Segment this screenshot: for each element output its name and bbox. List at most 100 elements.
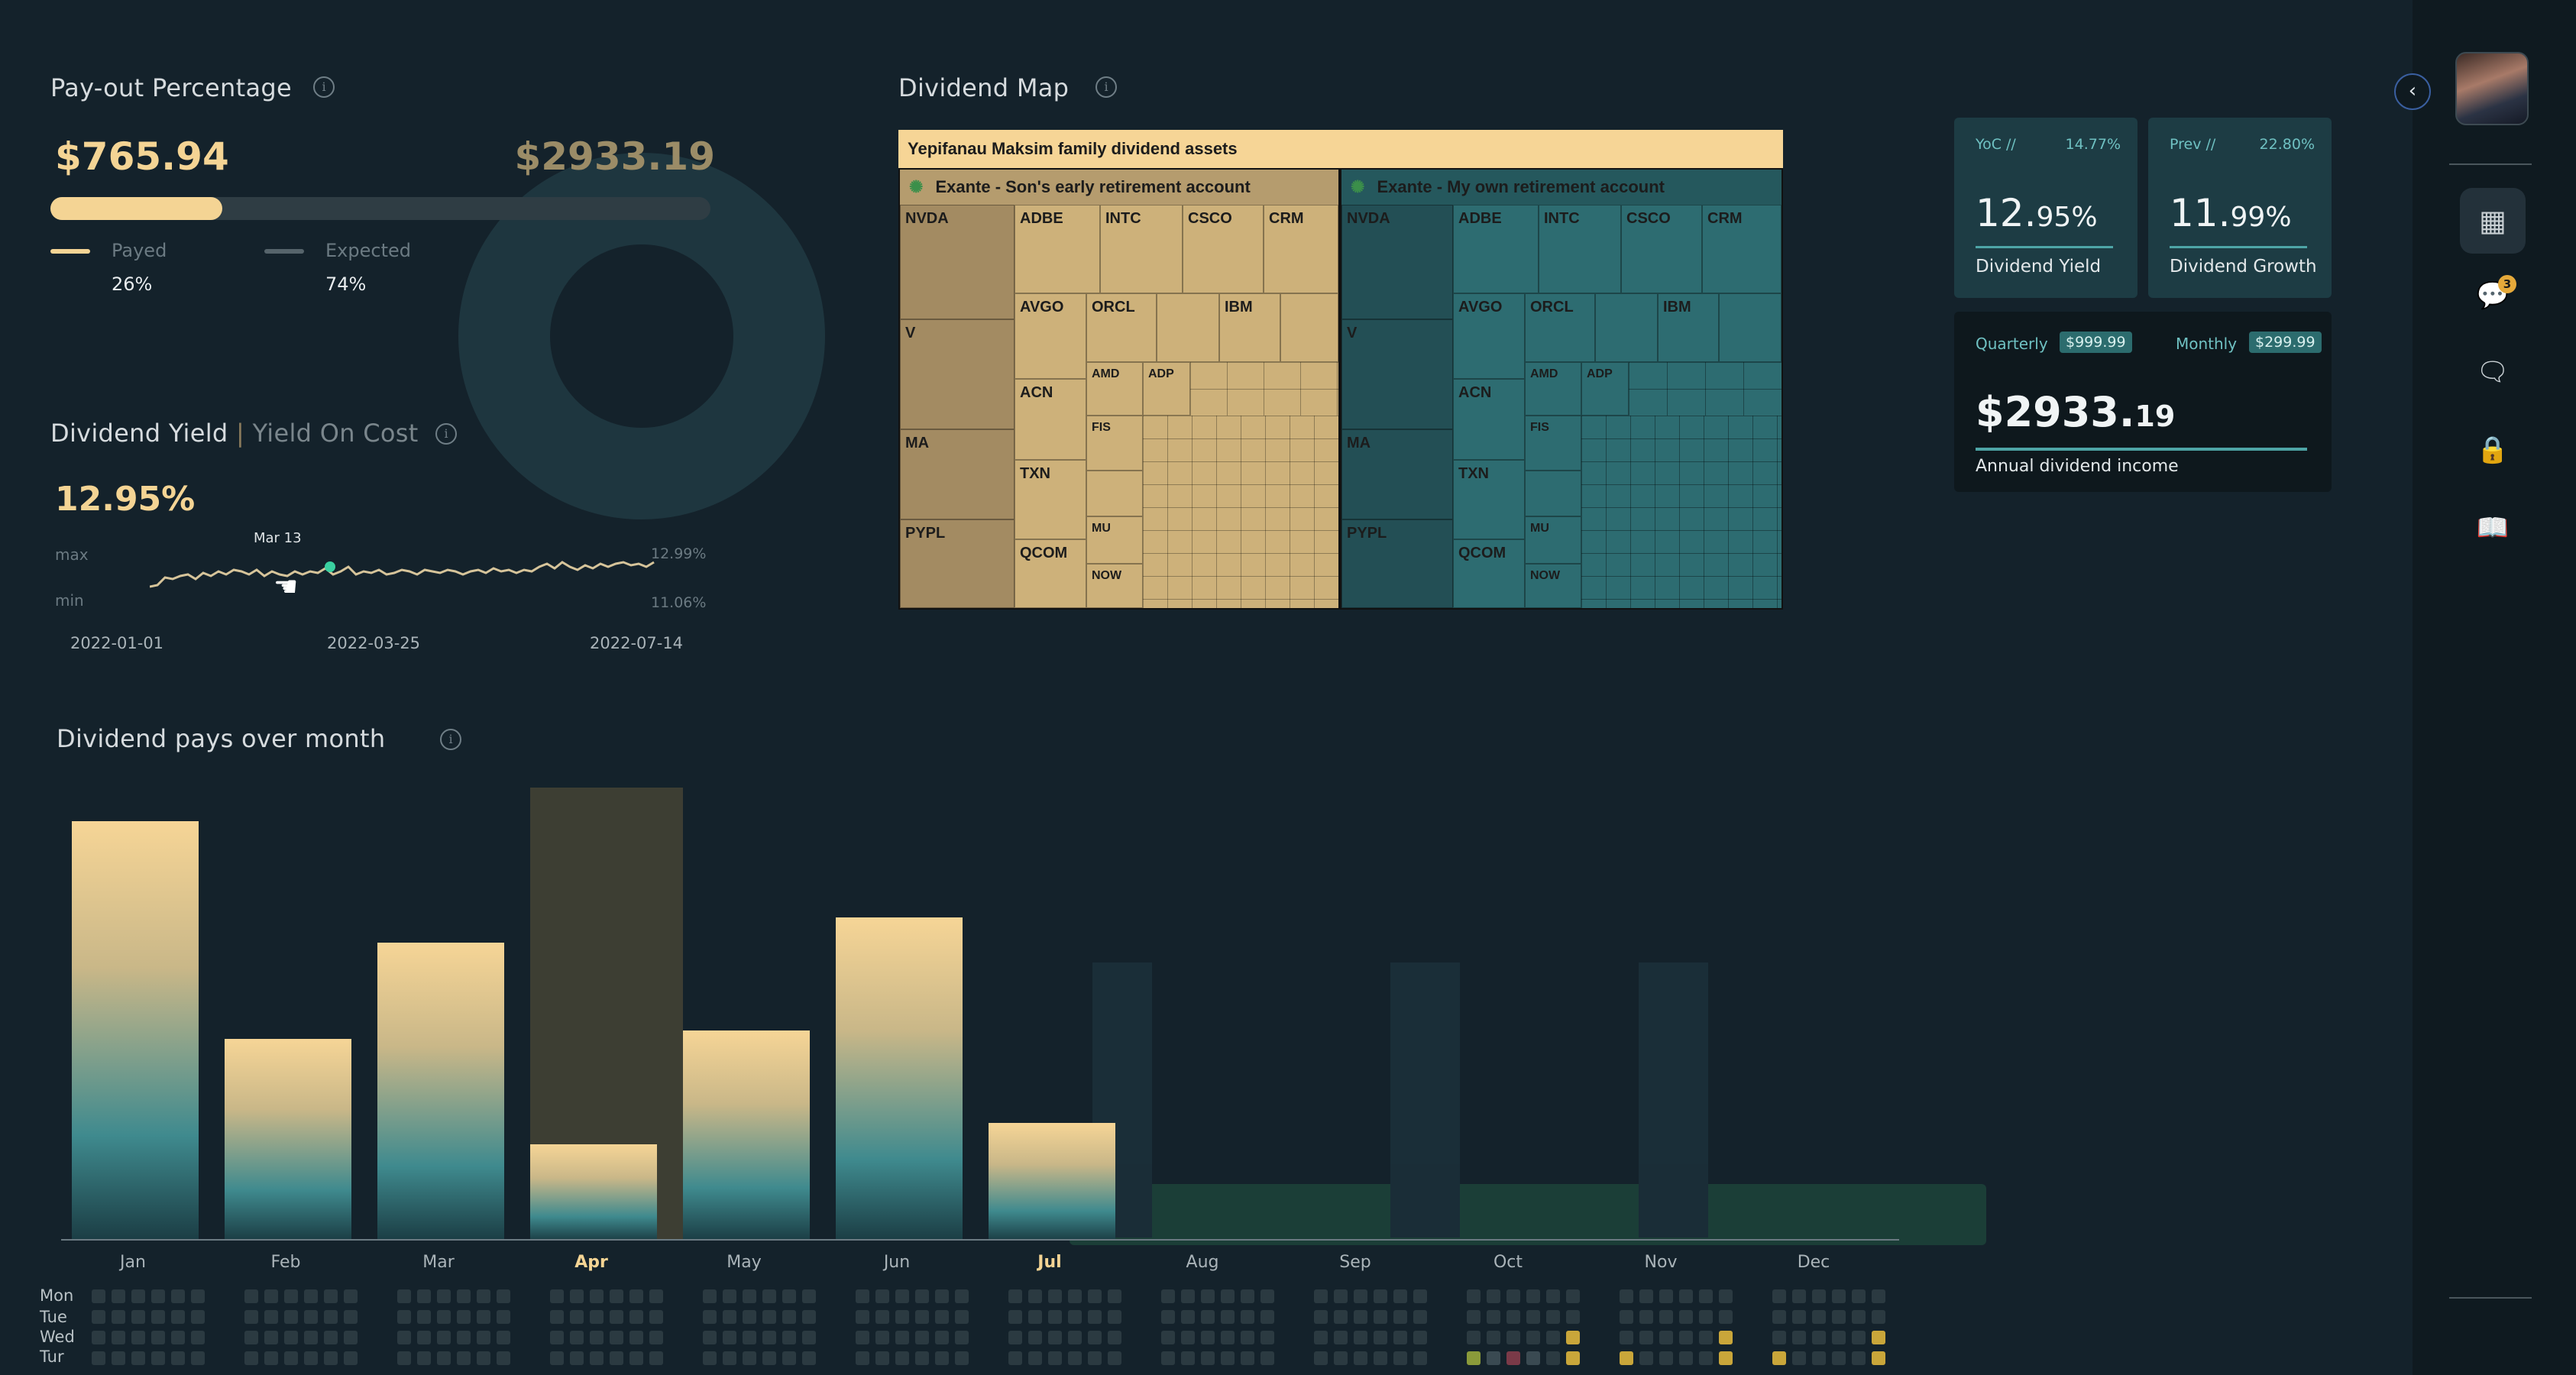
heatmap-cell[interactable] [1334, 1310, 1348, 1324]
heatmap-cell[interactable] [92, 1331, 105, 1344]
heatmap-cell[interactable] [304, 1310, 318, 1324]
heatmap-cell[interactable] [610, 1331, 623, 1344]
heatmap-cell[interactable] [1679, 1310, 1693, 1324]
heatmap-cell[interactable] [1088, 1289, 1102, 1303]
heatmap-cell[interactable] [1068, 1289, 1082, 1303]
heatmap-cell[interactable] [1334, 1289, 1348, 1303]
treemap-cell-csco[interactable]: CSCO [1621, 205, 1702, 293]
heatmap-cell[interactable] [1221, 1310, 1235, 1324]
treemap-cell-pypl[interactable]: PYPL [900, 519, 1015, 608]
month-label[interactable]: Feb [225, 1253, 347, 1272]
heatmap-cell[interactable] [1659, 1289, 1673, 1303]
heatmap-cell[interactable] [762, 1289, 776, 1303]
heatmap-cell[interactable] [590, 1289, 604, 1303]
heatmap-cell[interactable] [1181, 1351, 1195, 1365]
heatmap-cell[interactable] [1221, 1289, 1235, 1303]
heatmap-cell[interactable] [1334, 1351, 1348, 1365]
treemap-cell-crm[interactable]: CRM [1264, 205, 1338, 293]
heatmap-cell[interactable] [151, 1331, 165, 1344]
heatmap-cell[interactable] [915, 1331, 929, 1344]
month-label[interactable]: Aug [1141, 1253, 1264, 1272]
heatmap-cell[interactable] [1393, 1351, 1407, 1365]
heatmap-cell[interactable] [1487, 1310, 1500, 1324]
heatmap-cell[interactable] [723, 1289, 736, 1303]
treemap-cell-txn[interactable]: TXN [1015, 460, 1086, 539]
heatmap-cell[interactable] [344, 1310, 358, 1324]
treemap-cell-ibm[interactable]: IBM [1219, 293, 1280, 362]
heatmap-cell[interactable] [1008, 1331, 1022, 1344]
heatmap-cell[interactable] [437, 1351, 451, 1365]
heatmap-cell[interactable] [324, 1331, 338, 1344]
treemap-cell-orcl[interactable]: ORCL [1086, 293, 1157, 362]
heatmap-cell[interactable] [1812, 1310, 1826, 1324]
month-label[interactable]: Mar [377, 1253, 500, 1272]
heatmap-cell[interactable] [284, 1310, 298, 1324]
heatmap-cell[interactable] [743, 1289, 756, 1303]
heatmap-cell[interactable] [1374, 1289, 1387, 1303]
heatmap-cell[interactable] [191, 1351, 205, 1365]
heatmap-cell[interactable] [1260, 1351, 1274, 1365]
heatmap-cell[interactable] [1108, 1331, 1121, 1344]
heatmap-cell[interactable] [590, 1310, 604, 1324]
heatmap-cell[interactable] [92, 1289, 105, 1303]
heatmap-cell[interactable] [856, 1310, 869, 1324]
heatmap-cell[interactable] [1639, 1289, 1653, 1303]
heatmap-cell[interactable] [610, 1310, 623, 1324]
heatmap-cell[interactable] [1832, 1331, 1846, 1344]
heatmap-cell[interactable] [935, 1331, 949, 1344]
heatmap-cell[interactable] [1108, 1289, 1121, 1303]
heatmap-cell[interactable] [1679, 1351, 1693, 1365]
heatmap-cell[interactable] [782, 1331, 796, 1344]
heatmap-cell[interactable] [1108, 1351, 1121, 1365]
heatmap-cell[interactable] [1620, 1310, 1633, 1324]
heatmap-cell[interactable] [131, 1331, 145, 1344]
avatar[interactable] [2455, 52, 2529, 125]
month-label[interactable]: May [683, 1253, 805, 1272]
heatmap-cell[interactable] [1241, 1331, 1254, 1344]
heatmap-cell[interactable] [1832, 1310, 1846, 1324]
treemap-cell-intc[interactable]: INTC [1100, 205, 1183, 293]
heatmap-cell[interactable] [762, 1351, 776, 1365]
heatmap-cell[interactable] [1201, 1289, 1215, 1303]
heatmap-cell[interactable] [895, 1289, 909, 1303]
heatmap-cell[interactable] [1719, 1289, 1733, 1303]
heatmap-cell[interactable] [344, 1289, 358, 1303]
treemap-account-header[interactable]: ✺ Exante - Son's early retirement accoun… [900, 170, 1338, 205]
treemap-cell-now[interactable]: NOW [1086, 564, 1143, 608]
heatmap-cell[interactable] [802, 1289, 816, 1303]
heatmap-cell[interactable] [782, 1289, 796, 1303]
heatmap-cell[interactable] [915, 1289, 929, 1303]
heatmap-cell[interactable] [1812, 1289, 1826, 1303]
heatmap-cell[interactable] [649, 1289, 663, 1303]
heatmap-cell[interactable] [1028, 1310, 1042, 1324]
heatmap-cell[interactable] [856, 1289, 869, 1303]
heatmap-cell[interactable] [1413, 1289, 1427, 1303]
treemap-cell-adp[interactable]: ADP [1143, 362, 1190, 416]
heatmap-cell[interactable] [1772, 1289, 1786, 1303]
heatmap-cell[interactable] [191, 1331, 205, 1344]
heatmap-cell[interactable] [762, 1331, 776, 1344]
heatmap-cell[interactable] [1201, 1310, 1215, 1324]
heatmap-cell[interactable] [802, 1310, 816, 1324]
heatmap-cell[interactable] [1812, 1351, 1826, 1365]
heatmap-cell[interactable] [856, 1351, 869, 1365]
heatmap-cell[interactable] [1048, 1289, 1062, 1303]
heatmap-cell[interactable] [244, 1331, 258, 1344]
heatmap-cell[interactable] [92, 1351, 105, 1365]
heatmap-cell[interactable] [457, 1310, 471, 1324]
heatmap-cell[interactable] [1639, 1310, 1653, 1324]
heatmap-cell[interactable] [570, 1310, 584, 1324]
heatmap-cell[interactable] [437, 1331, 451, 1344]
treemap-cell-acn[interactable]: ACN [1453, 379, 1525, 460]
heatmap-cell[interactable] [1374, 1331, 1387, 1344]
heatmap-cell[interactable] [1314, 1289, 1328, 1303]
heatmap-cell[interactable] [1546, 1310, 1560, 1324]
heatmap-cell[interactable] [1467, 1351, 1481, 1365]
heatmap-cell[interactable] [1241, 1289, 1254, 1303]
heatmap-cell[interactable] [1546, 1351, 1560, 1365]
treemap-cell-fis[interactable]: FIS [1086, 416, 1143, 471]
treemap-cell-ma[interactable]: MA [900, 429, 1015, 519]
heatmap-cell[interactable] [723, 1310, 736, 1324]
heatmap-cell[interactable] [397, 1351, 411, 1365]
heatmap-cell[interactable] [955, 1351, 969, 1365]
